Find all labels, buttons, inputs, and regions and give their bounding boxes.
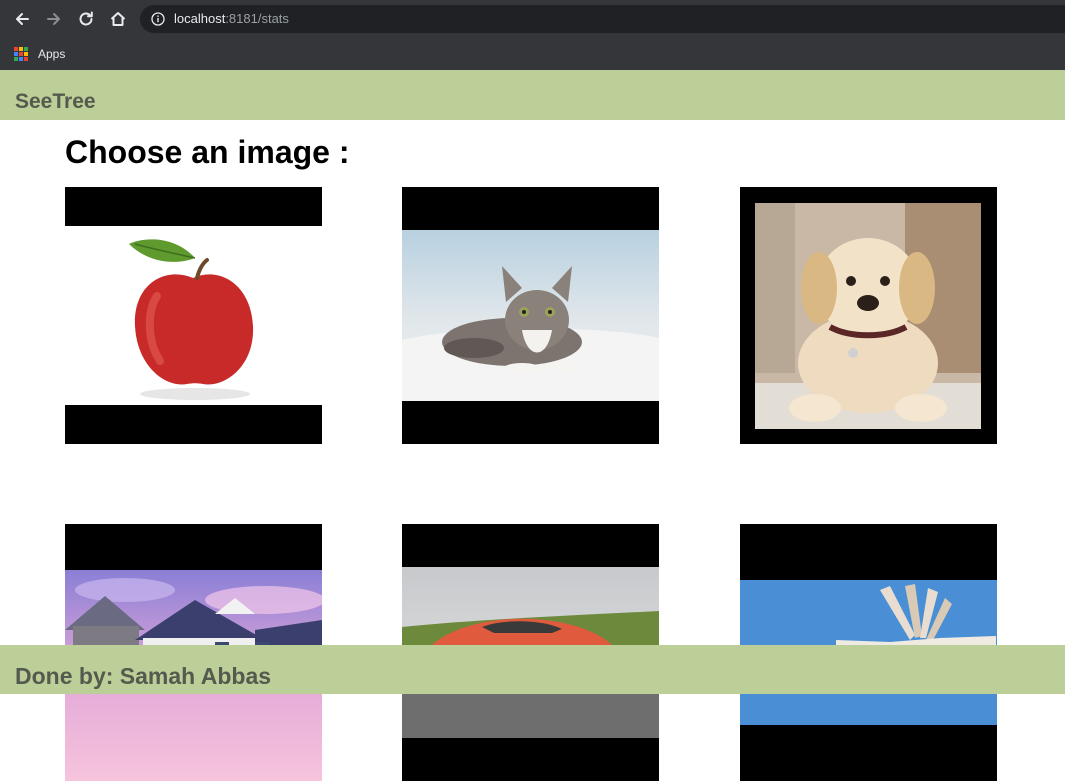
image-tile-dog[interactable]	[740, 187, 997, 444]
address-bar[interactable]: localhost:8181/stats	[140, 5, 1065, 33]
cat-image	[402, 230, 659, 401]
apps-label: Apps	[38, 47, 66, 61]
url-path: :8181/stats	[225, 11, 289, 26]
apps-bookmark[interactable]: Apps	[14, 43, 65, 65]
footer-credit: Done by: Samah Abbas	[15, 663, 272, 689]
bookmarks-bar: Apps	[0, 38, 1065, 70]
site-header: SeeTree	[0, 70, 1065, 120]
url-host: localhost	[174, 11, 226, 26]
info-icon[interactable]	[151, 12, 165, 26]
forward-icon[interactable]	[42, 7, 66, 31]
page-title: Choose an image :	[65, 134, 350, 170]
dog-image	[755, 203, 981, 429]
image-tile-cat[interactable]	[402, 187, 659, 444]
url-text: localhost:8181/stats	[174, 11, 289, 26]
apple-image	[65, 226, 322, 405]
image-tile-apple[interactable]	[65, 187, 322, 444]
brand-title: SeeTree	[15, 90, 96, 113]
browser-toolbar: localhost:8181/stats	[0, 0, 1065, 38]
site-footer: Done by: Samah Abbas	[0, 645, 1065, 694]
back-icon[interactable]	[10, 7, 34, 31]
reload-icon[interactable]	[74, 7, 98, 31]
home-icon[interactable]	[106, 7, 130, 31]
browser-chrome: localhost:8181/stats Apps	[0, 0, 1065, 70]
apps-grid-icon	[14, 47, 28, 61]
